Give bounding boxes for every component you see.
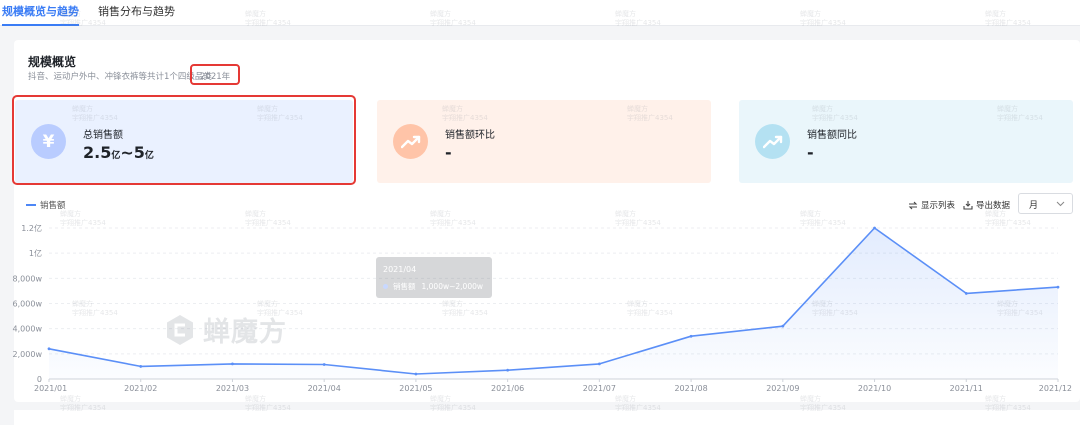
x-tick-label: 2021/03 [216, 384, 249, 393]
x-tick-label: 2021/09 [766, 384, 799, 393]
x-tick-label: 2021/07 [583, 384, 616, 393]
export-data-button[interactable]: 导出数据 [963, 199, 1010, 211]
section-subtitle: 抖音、运动户外中、冲锋衣裤等共计1个四级品类 [28, 72, 212, 82]
tab-bar: 规模概览与趋势 销售分布与趋势 [0, 0, 1080, 26]
tooltip-date: 2021/04 [383, 265, 417, 274]
y-tick-label: 8,000w [13, 274, 43, 283]
year-tag-label: 2021年 [200, 72, 231, 82]
kpi-label: 销售额环比 [445, 130, 495, 141]
legend-swatch [26, 204, 36, 206]
swap-icon [908, 201, 918, 209]
trend-up-icon [393, 124, 428, 159]
kpi-value: - [445, 143, 452, 162]
export-data-label: 导出数据 [976, 201, 1011, 211]
x-tick-label: 2021/01 [34, 384, 67, 393]
sales-trend-chart: 0 2,000w 4,000w 6,000w 8,000w 1亿 1.2亿 2021/01 20… [13, 223, 1072, 393]
y-tick-label: 4,000w [13, 325, 43, 334]
data-point [47, 347, 51, 351]
tab-sales-distribution[interactable]: 销售分布与趋势 [98, 5, 175, 26]
show-list-button[interactable]: 显示列表 [908, 199, 955, 211]
tooltip-dot [383, 284, 388, 289]
x-tick-label: 2021/12 [1039, 384, 1072, 393]
section-title: 规模概览 [28, 55, 77, 69]
y-tick-label: 1亿 [29, 248, 42, 258]
x-tick-label: 2021/11 [950, 384, 983, 393]
kpi-label: 销售额同比 [807, 130, 857, 141]
data-point [964, 292, 968, 295]
logo-text: 蝉魔方 [203, 317, 287, 348]
x-tick-label: 2021/04 [308, 384, 341, 393]
data-point [139, 365, 143, 368]
x-tick-label: 2021/10 [858, 384, 891, 393]
chart-tooltip: 2021/04 销售额 1,000w~2,000w [376, 257, 492, 298]
data-point [689, 334, 693, 338]
download-icon [963, 201, 973, 210]
data-point [506, 368, 510, 372]
chart-legend[interactable]: 销售额 [26, 199, 66, 211]
tooltip-value: 1,000w~2,000w [421, 282, 484, 291]
chanmofang-logo: 蝉魔方 [163, 310, 287, 349]
kpi-yoy: 销售额同比 - [739, 100, 1073, 183]
period-select-value: 月 [1029, 201, 1039, 211]
period-select[interactable]: 月 [1018, 193, 1073, 214]
show-list-label: 显示列表 [921, 201, 956, 211]
kpi-value: - [807, 143, 814, 162]
x-tick-label: 2021/06 [491, 384, 524, 393]
legend-label: 销售额 [40, 201, 66, 211]
x-tick-label: 2021/02 [124, 384, 157, 393]
data-point [873, 226, 876, 230]
chevron-down-icon [1056, 201, 1065, 207]
y-tick-label: 1.2亿 [21, 223, 42, 233]
tooltip-series: 销售额 [393, 282, 416, 291]
kpi-highlight-box [12, 95, 356, 185]
kpi-mom: 销售额环比 - [377, 100, 711, 183]
y-tick-label: 2,000w [13, 350, 43, 359]
trend-up-icon [755, 124, 790, 159]
data-point [231, 362, 234, 366]
data-point [597, 362, 601, 366]
data-point [414, 372, 418, 376]
x-tick-label: 2021/05 [399, 384, 432, 393]
tab-scale-overview[interactable]: 规模概览与趋势 [2, 5, 79, 26]
data-point [1056, 285, 1060, 289]
data-point [322, 363, 326, 366]
y-tick-label: 0 [37, 375, 42, 384]
logo-icon [167, 314, 193, 345]
data-point [781, 324, 785, 328]
x-tick-label: 2021/08 [674, 384, 707, 393]
tooltip-row: 销售额 1,000w~2,000w [383, 281, 483, 292]
y-tick-label: 6,000w [13, 300, 43, 309]
next-card-edge [14, 410, 1080, 425]
year-tag: 2021年 [190, 64, 240, 85]
